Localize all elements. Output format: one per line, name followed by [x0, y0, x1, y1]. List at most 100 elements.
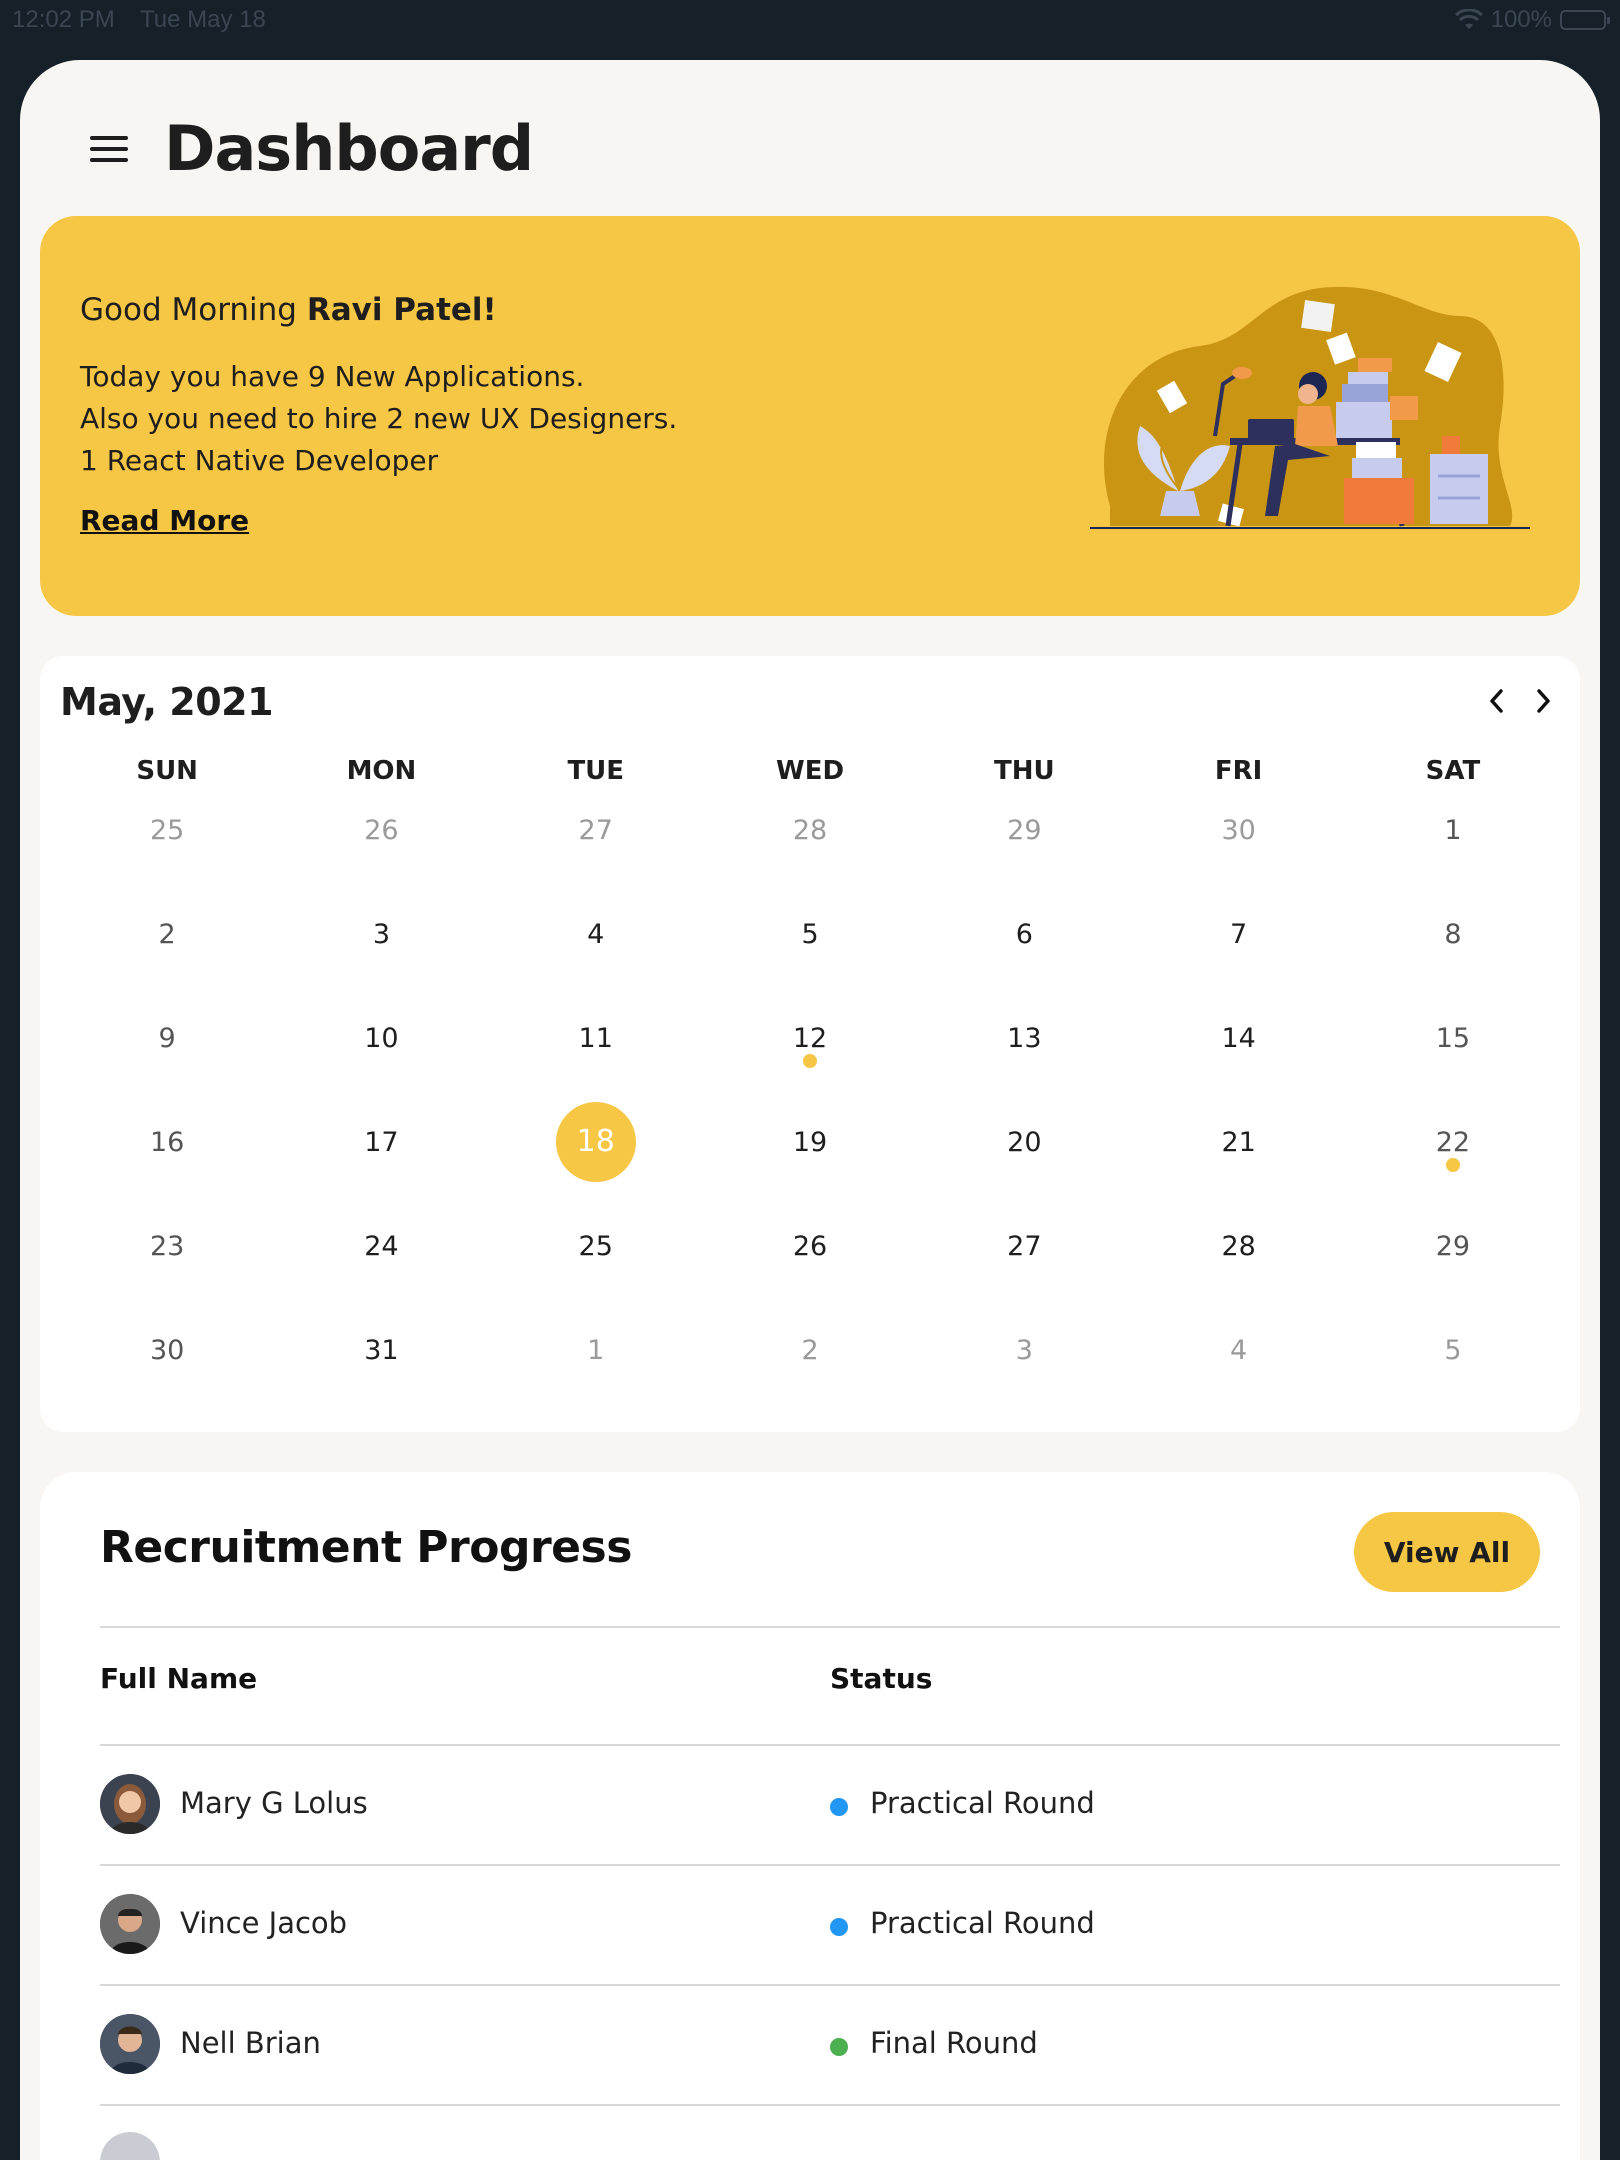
calendar-day[interactable]: 5	[1346, 1330, 1560, 1434]
calendar-day-number: 18	[555, 1102, 636, 1182]
calendar-day-number: 22	[1435, 1127, 1471, 1158]
calendar-day-number: 5	[1444, 1335, 1462, 1366]
calendar-day[interactable]: 6	[917, 914, 1131, 1018]
calendar-day-number: 6	[1015, 919, 1033, 950]
calendar-day[interactable]: 30	[1131, 810, 1345, 914]
calendar-day[interactable]: 26	[274, 810, 488, 914]
calendar-day[interactable]: 29	[917, 810, 1131, 914]
weekday-fri: FRI	[1214, 756, 1263, 786]
status-dot	[830, 2038, 848, 2056]
status-dot	[830, 1918, 848, 1936]
status-bar: 12:02 PM Tue May 18 100%	[0, 0, 1620, 40]
avatar	[100, 1774, 160, 1834]
avatar	[100, 1894, 160, 1954]
calendar-day-number: 29	[1007, 815, 1042, 846]
wifi-icon	[1454, 9, 1483, 29]
calendar-day[interactable]: 12	[703, 1018, 917, 1122]
calendar-day-number: 19	[792, 1127, 828, 1158]
calendar-day[interactable]: 16	[60, 1122, 274, 1226]
calendar-day[interactable]: 3	[917, 1330, 1131, 1434]
view-all-button[interactable]: View All	[1354, 1512, 1540, 1592]
table-row[interactable]: Mary G Lolus Practical Round	[100, 1744, 1560, 1864]
calendar-day[interactable]: 27	[917, 1226, 1131, 1330]
calendar-day-number: 16	[149, 1127, 185, 1158]
calendar-day[interactable]: 13	[917, 1018, 1131, 1122]
candidate-status: Practical Round	[870, 1906, 1095, 1940]
calendar-day[interactable]: 4	[1131, 1330, 1345, 1434]
calendar-day[interactable]: 29	[1346, 1226, 1560, 1330]
calendar-day[interactable]: 1	[1346, 810, 1560, 914]
calendar-day-number: 2	[801, 1335, 819, 1366]
calendar-day[interactable]: 15	[1346, 1018, 1560, 1122]
calendar-day[interactable]: 14	[1131, 1018, 1345, 1122]
calendar-day[interactable]: 22	[1346, 1122, 1560, 1226]
calendar-day-number: 21	[1221, 1127, 1256, 1158]
calendar-day[interactable]: 27	[489, 810, 703, 914]
avatar	[100, 2132, 160, 2160]
chevron-right-icon[interactable]	[1532, 686, 1556, 716]
calendar-day[interactable]: 2	[703, 1330, 917, 1434]
calendar-day-number: 15	[1435, 1023, 1471, 1054]
calendar-day-number: 4	[1230, 1335, 1248, 1366]
recruitment-progress-card: Recruitment Progress View All Full Name …	[40, 1472, 1580, 2160]
candidate-name: Nell Brian	[180, 2026, 321, 2060]
calendar-day-number: 28	[792, 815, 828, 846]
avatar	[100, 2014, 160, 2074]
calendar-day-number: 25	[149, 815, 185, 846]
candidate-name: Vince Jacob	[180, 1906, 348, 1940]
calendar-day[interactable]: 3	[274, 914, 488, 1018]
calendar-day[interactable]: 10	[274, 1018, 488, 1122]
calendar-day[interactable]: 24	[274, 1226, 488, 1330]
calendar-day-number: 20	[1007, 1127, 1042, 1158]
calendar-day[interactable]: 20	[917, 1122, 1131, 1226]
chevron-left-icon[interactable]	[1484, 686, 1508, 716]
calendar-day[interactable]: 1	[489, 1330, 703, 1434]
calendar-day[interactable]: 23	[60, 1226, 274, 1330]
hamburger-menu-icon[interactable]	[90, 135, 128, 162]
status-time: 12:02 PM	[12, 6, 115, 33]
calendar-day[interactable]: 28	[703, 810, 917, 914]
candidate-status: Final Round	[870, 2026, 1038, 2060]
greeting-banner: Good Morning Ravi Patel! Today you have …	[40, 216, 1580, 616]
calendar-month-label: May, 2021	[60, 680, 274, 724]
calendar-day[interactable]: 4	[489, 914, 703, 1018]
status-date: Tue May 18	[140, 6, 266, 33]
calendar-day[interactable]: 25	[489, 1226, 703, 1330]
calendar-day-number: 17	[364, 1127, 399, 1158]
calendar-day-number: 30	[149, 1335, 185, 1366]
calendar-day-number: 28	[1221, 1231, 1256, 1262]
app-screen: Dashboard Good Morning Ravi Patel! Today…	[20, 60, 1600, 2160]
calendar-day-number: 26	[792, 1231, 828, 1262]
table-row[interactable]: Nell Brian Final Round	[100, 1984, 1560, 2104]
calendar-day-number: 29	[1435, 1231, 1471, 1262]
calendar-day[interactable]: 21	[1131, 1122, 1345, 1226]
greeting-text: Good Morning Ravi Patel!	[80, 292, 497, 328]
battery-percent: 100%	[1490, 6, 1552, 33]
calendar-day[interactable]: 8	[1346, 914, 1560, 1018]
weekday-wed: WED	[776, 756, 845, 786]
calendar-day[interactable]: 19	[703, 1122, 917, 1226]
recruitment-title: Recruitment Progress	[100, 1522, 632, 1573]
calendar-day-number: 24	[364, 1231, 399, 1262]
calendar-day[interactable]: 26	[703, 1226, 917, 1330]
calendar-day[interactable]: 30	[60, 1330, 274, 1434]
calendar-day[interactable]: 9	[60, 1018, 274, 1122]
calendar-day-number: 3	[372, 919, 391, 950]
calendar-day-today[interactable]: 18	[489, 1102, 703, 1226]
divider	[100, 1626, 1560, 1628]
read-more-link[interactable]: Read More	[80, 504, 249, 537]
calendar-day[interactable]: 5	[703, 914, 917, 1018]
calendar-day[interactable]: 31	[274, 1330, 488, 1434]
banner-line-1: Today you have 9 New Applications.	[80, 360, 585, 393]
calendar-day[interactable]: 7	[1131, 914, 1345, 1018]
greeting-prefix: Good Morning	[80, 292, 307, 328]
calendar-day[interactable]: 2	[60, 914, 274, 1018]
calendar-day-number: 31	[364, 1335, 399, 1366]
calendar-day-number: 25	[578, 1231, 613, 1262]
table-row[interactable]: Vince Jacob Practical Round	[100, 1864, 1560, 1984]
calendar-day-number: 3	[1015, 1335, 1033, 1366]
calendar-day[interactable]: 25	[60, 810, 274, 914]
calendar-day[interactable]: 17	[274, 1122, 488, 1226]
candidate-status: Practical Round	[870, 1786, 1095, 1820]
calendar-day[interactable]: 28	[1131, 1226, 1345, 1330]
